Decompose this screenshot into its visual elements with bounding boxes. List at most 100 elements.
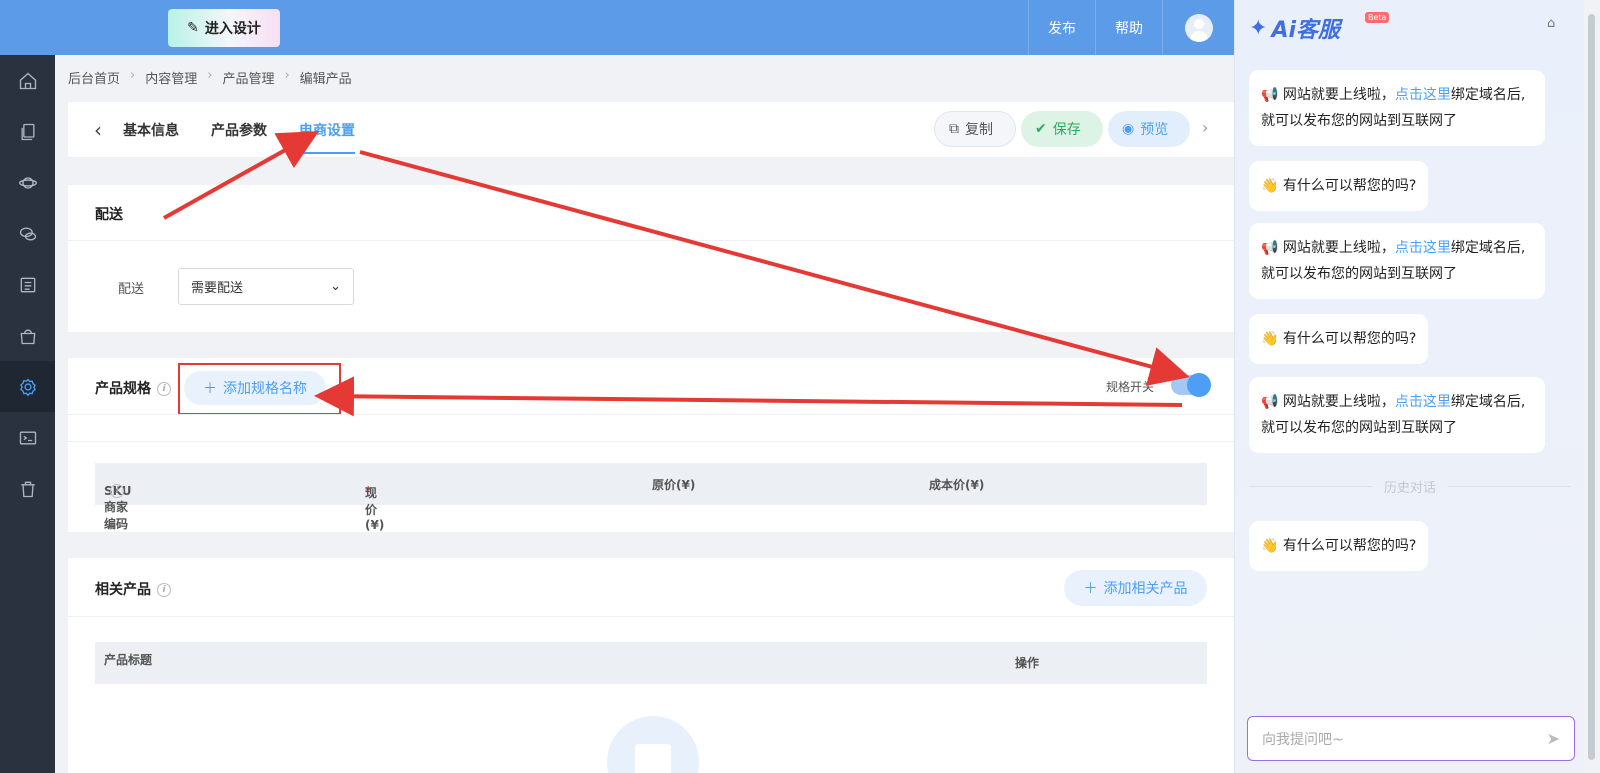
column-header: 操作 — [1015, 656, 1040, 670]
empty-state-illustration — [607, 716, 699, 773]
sidebar-item-trash[interactable] — [0, 463, 55, 514]
divider — [68, 616, 1234, 617]
bind-domain-link[interactable]: 点击这里 — [1395, 394, 1451, 410]
back-chevron-icon[interactable]: ‹ — [94, 118, 102, 142]
chat-message: 👋 有什么可以帮您的吗? — [1249, 161, 1429, 211]
column-header: 产品标题 — [104, 653, 153, 667]
pages-icon — [21, 123, 34, 140]
column-header: 原价(¥) — [652, 477, 696, 492]
bind-domain-link[interactable]: 点击这里 — [1395, 240, 1451, 256]
preview-button[interactable]: ◉ 预览 — [1108, 111, 1190, 147]
breadcrumb: 后台首页 › 内容管理 › 产品管理 › 编辑产品 — [68, 68, 352, 87]
sidebar-item-settings[interactable] — [0, 361, 55, 412]
beta-badge: Beta — [1365, 12, 1390, 23]
related-table-header: 产品标题 操作 — [95, 642, 1207, 684]
user-menu[interactable] — [1162, 0, 1234, 55]
sidebar-item-pages[interactable] — [0, 106, 55, 157]
home-icon — [19, 72, 36, 89]
related-card: 相关产品 i ＋ 添加相关产品 产品标题 操作 — [68, 558, 1234, 773]
top-bar: ✎ 进入设计 发布 帮助 — [0, 0, 1234, 55]
tab-basic-info[interactable]: 基本信息 — [123, 120, 179, 140]
copy-icon: ⧉ — [949, 121, 959, 137]
megaphone-icon: 📢 — [1261, 87, 1279, 103]
tab-bar: ‹ 基本信息 产品参数 电商设置 ⧉ 复制 ✔ 保存 ◉ 预览 › — [68, 102, 1234, 158]
publish-button[interactable]: 发布 — [1028, 0, 1095, 55]
divider — [68, 414, 1234, 415]
scrollbar-thumb[interactable] — [1588, 14, 1595, 760]
wave-hand-icon: 👋 — [1261, 178, 1279, 194]
chat-message: 📢 网站就要上线啦，点击这里绑定域名后,就可以发布您的网站到互联网了 — [1249, 70, 1545, 146]
settings-icon — [19, 378, 36, 396]
sidebar-item-terminal[interactable] — [0, 412, 55, 463]
tab-ecommerce-settings[interactable]: 电商设置 — [299, 120, 355, 154]
sparkle-icon: ✦ — [1249, 15, 1268, 41]
chat-message: 📢 网站就要上线啦，点击这里绑定域名后,就可以发布您的网站到互联网了 — [1249, 377, 1545, 453]
shipping-title: 配送 — [95, 207, 123, 223]
divider — [68, 441, 1234, 442]
sidebar — [0, 55, 55, 773]
breadcrumb-products[interactable]: 产品管理 — [222, 68, 274, 87]
chat-logo: ✦ Ai客服 — [1249, 15, 1341, 44]
history-divider: 历史对话 — [1249, 476, 1572, 496]
chat-message: 👋 有什么可以帮您的吗? — [1249, 314, 1429, 364]
plus-icon: ＋ — [1083, 581, 1098, 597]
copy-button[interactable]: ⧉ 复制 — [934, 111, 1016, 147]
spec-card: 产品规格 i ＋ 添加规格名称 规格开关 SKU商家编码 i * 现价(¥) 原价(¥… — [68, 358, 1234, 532]
shipping-field-label: 配送 — [118, 282, 145, 297]
help-button[interactable]: 帮助 — [1095, 0, 1162, 55]
chat-message: 📢 网站就要上线啦，点击这里绑定域名后,就可以发布您的网站到互联网了 — [1249, 223, 1545, 299]
breadcrumb-separator: › — [207, 68, 213, 83]
eye-icon: ◉ — [1122, 121, 1135, 137]
terminal-icon — [19, 431, 36, 444]
sidebar-item-chat[interactable] — [0, 208, 55, 259]
shipping-select[interactable]: 需要配送 ⌄ — [178, 268, 354, 305]
info-icon: i — [157, 583, 171, 597]
spec-switch-label: 规格开关 — [1106, 380, 1155, 394]
info-icon: i — [157, 382, 171, 396]
wave-hand-icon: 👋 — [1261, 538, 1279, 554]
breadcrumb-home[interactable]: 后台首页 — [68, 68, 120, 87]
breadcrumb-separator: › — [284, 68, 290, 83]
sidebar-item-home[interactable] — [0, 55, 55, 106]
spec-switch[interactable] — [1171, 373, 1211, 397]
column-header: 成本价(¥) — [929, 477, 985, 492]
ai-chat-panel: ✦ Ai客服 Beta ⌂ 📢 网站就要上线啦，点击这里绑定域名后,就可以发布您… — [1234, 0, 1584, 773]
add-related-product-button[interactable]: ＋ 添加相关产品 — [1064, 570, 1207, 606]
sidebar-item-list[interactable] — [0, 259, 55, 310]
bind-domain-link[interactable]: 点击这里 — [1395, 87, 1451, 103]
tab-product-params[interactable]: 产品参数 — [211, 120, 267, 140]
chat-icon — [19, 227, 36, 240]
divider — [68, 240, 1234, 241]
breadcrumb-current: 编辑产品 — [299, 72, 352, 87]
megaphone-icon: 📢 — [1261, 394, 1279, 410]
info-icon: i — [110, 484, 124, 498]
basket-icon[interactable]: ⌂ — [1547, 16, 1555, 31]
document-icon — [635, 744, 671, 773]
edit-icon: ✎ — [187, 20, 199, 36]
wave-hand-icon: 👋 — [1261, 331, 1279, 347]
enter-design-button[interactable]: ✎ 进入设计 — [168, 9, 280, 47]
check-circle-icon: ✔ — [1035, 121, 1047, 137]
chat-input[interactable]: 向我提问吧~ ➤ — [1247, 716, 1575, 761]
megaphone-icon: 📢 — [1261, 240, 1279, 256]
chevron-right-icon[interactable]: › — [1202, 118, 1208, 137]
chat-header: ✦ Ai客服 Beta ⌂ — [1235, 0, 1585, 55]
sku-table-header: SKU商家编码 i * 现价(¥) 原价(¥) 成本价(¥) — [95, 463, 1207, 532]
avatar — [1184, 13, 1213, 42]
chevron-down-icon: ⌄ — [330, 279, 341, 294]
planet-icon — [18, 176, 37, 189]
shipping-card: 配送 配送 需要配送 ⌄ — [68, 185, 1234, 332]
send-icon[interactable]: ➤ — [1547, 729, 1560, 748]
annotation-highlight-box — [178, 363, 341, 415]
list-icon — [20, 277, 35, 292]
switch-knob — [1187, 373, 1211, 397]
trash-icon — [20, 481, 35, 497]
spec-title: 产品规格 i — [95, 378, 171, 398]
breadcrumb-content[interactable]: 内容管理 — [145, 68, 197, 87]
related-title: 相关产品 i — [95, 579, 171, 599]
chat-message: 👋 有什么可以帮您的吗? — [1249, 521, 1429, 571]
breadcrumb-separator: › — [130, 68, 136, 83]
sidebar-item-planet[interactable] — [0, 157, 55, 208]
sidebar-item-shop[interactable] — [0, 310, 55, 361]
save-button[interactable]: ✔ 保存 — [1021, 111, 1103, 147]
